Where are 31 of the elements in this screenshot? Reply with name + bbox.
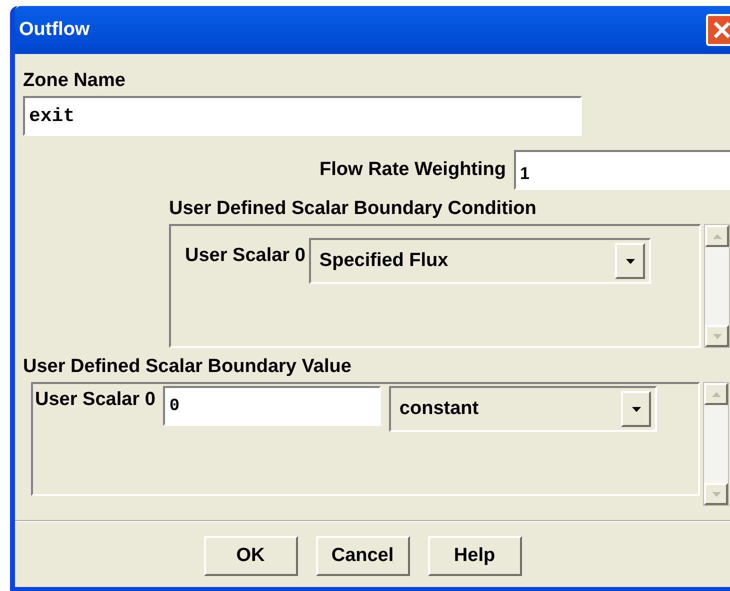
down-arrow-icon	[712, 492, 720, 496]
scalar-value-field[interactable]: 0	[163, 386, 382, 426]
scroll-down-button[interactable]	[705, 325, 729, 347]
value-section-title: User Defined Scalar Boundary Value	[23, 356, 352, 378]
flow-rate-field[interactable]: 1	[514, 150, 730, 190]
condition-section-title: User Defined Scalar Boundary Condition	[169, 198, 538, 220]
zone-name-label: Zone Name	[23, 70, 126, 92]
scalar-label: User Scalar 0	[35, 388, 156, 412]
close-icon	[713, 21, 730, 39]
window-title: Outflow	[19, 18, 90, 42]
up-arrow-icon	[712, 234, 722, 238]
dialog-button[interactable]: OK	[204, 536, 298, 576]
up-arrow-icon	[712, 392, 720, 396]
dropdown-button[interactable]	[621, 391, 652, 427]
scrollbar[interactable]	[704, 224, 730, 348]
dialog-button[interactable]: Help	[428, 536, 522, 576]
dialog-button[interactable]: Cancel	[316, 536, 410, 576]
scroll-down-button[interactable]	[704, 483, 728, 505]
scroll-up-button[interactable]	[705, 225, 729, 247]
zone-name-field[interactable]: exit	[23, 96, 582, 136]
scrollbar[interactable]	[703, 382, 729, 506]
down-arrow-icon	[712, 334, 722, 338]
scalar-label: User Scalar 0	[185, 244, 306, 268]
dropdown[interactable]: constant	[389, 386, 658, 432]
caret-icon	[632, 406, 641, 412]
flow-rate-label: Flow Rate Weighting	[320, 158, 506, 182]
dropdown[interactable]: Specified Flux	[309, 238, 652, 284]
dropdown-button[interactable]	[615, 243, 646, 279]
caret-icon	[626, 258, 635, 264]
scroll-up-button[interactable]	[704, 383, 728, 405]
close-button[interactable]	[706, 14, 730, 46]
